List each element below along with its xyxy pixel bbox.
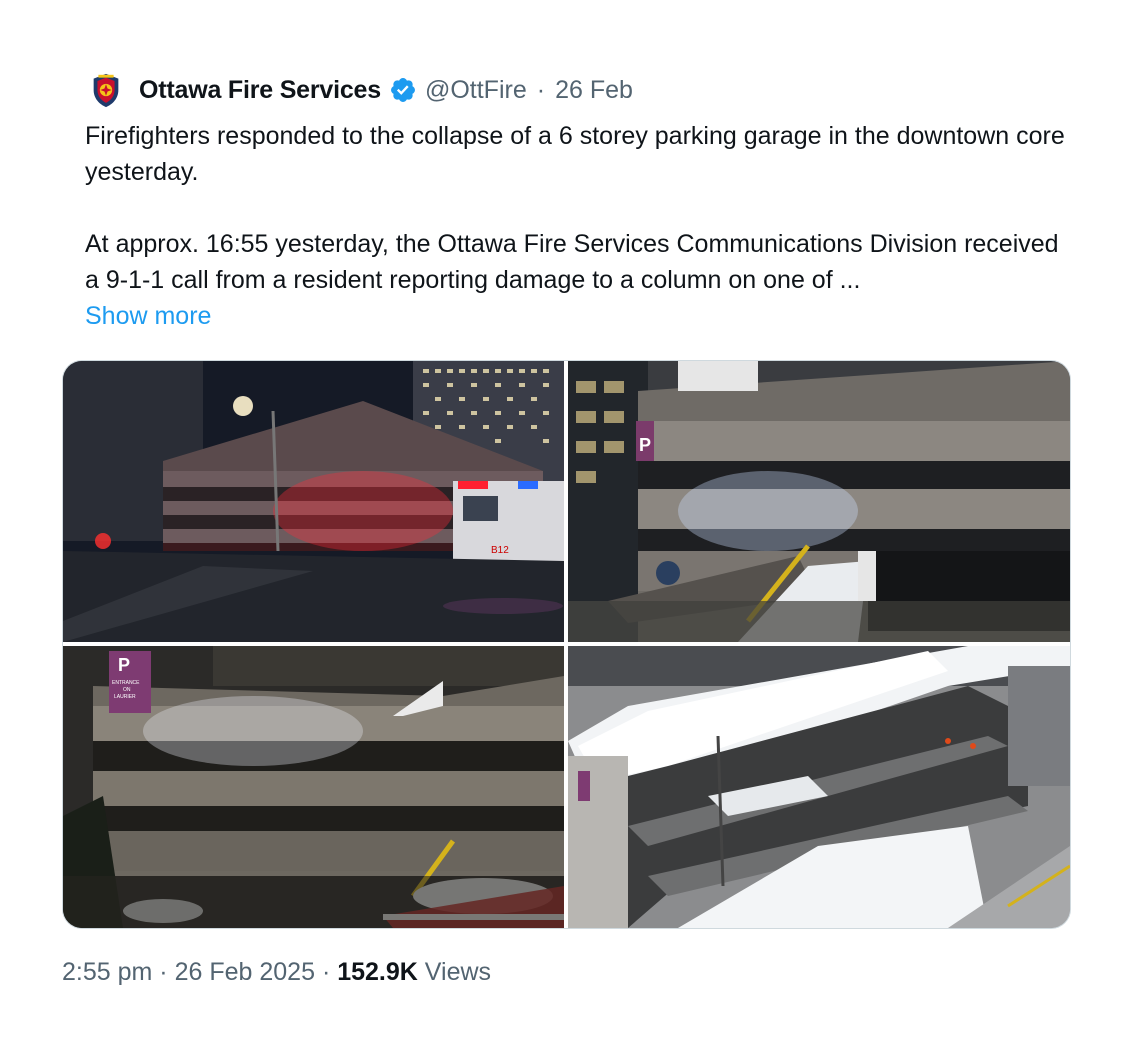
tweet-header: Ottawa Fire Services @OttFire · 26 Feb <box>87 70 633 110</box>
post-time[interactable]: 2:55 pm <box>62 958 152 986</box>
collapsed-ramp-closeup-photo: P <box>568 361 1070 642</box>
post-full-date[interactable]: 26 Feb 2025 <box>175 958 315 986</box>
entrance-sign-line-3: LAURIER <box>114 694 136 700</box>
night-street-garage-fire-truck-photo: B12 <box>63 361 564 642</box>
views-count[interactable]: 152.9K <box>337 958 418 986</box>
aerial-collapsed-decks-snow-photo <box>568 646 1070 928</box>
tweet-paragraph-2: At approx. 16:55 yesterday, the Ottawa F… <box>85 230 1059 294</box>
footer-separator-2: · <box>321 958 331 986</box>
media-photo-3[interactable]: P ENTRANCE ON LAURIER <box>63 646 564 928</box>
tweet-text: Firefighters responded to the collapse o… <box>85 118 1075 334</box>
media-photo-1[interactable]: B12 <box>63 361 564 642</box>
tweet-footer: 2:55 pm · 26 Feb 2025 · 152.9K Views <box>62 958 491 987</box>
show-more-link[interactable]: Show more <box>85 298 211 334</box>
entrance-sign-letter: P <box>118 655 130 675</box>
tweet-paragraph-1: Firefighters responded to the collapse o… <box>85 122 1065 186</box>
views-label: Views <box>424 958 492 986</box>
header-separator: · <box>536 75 546 104</box>
entrance-sign-line-2: ON <box>123 687 131 693</box>
ottawa-fire-badge-icon[interactable] <box>87 71 125 109</box>
verified-badge-icon <box>391 78 415 102</box>
footer-separator-1: · <box>159 958 168 986</box>
truck-number-label: B12 <box>491 545 509 556</box>
parking-sign-letter: P <box>639 435 651 455</box>
author-handle[interactable]: @OttFire <box>425 76 527 105</box>
media-photo-4[interactable] <box>568 646 1070 928</box>
author-name[interactable]: Ottawa Fire Services <box>139 76 381 105</box>
entrance-sign-line-1: ENTRANCE <box>112 680 140 686</box>
post-date[interactable]: 26 Feb <box>555 76 633 105</box>
media-grid: B12 P P ENTRANCE ON LAURIER <box>62 360 1071 929</box>
media-photo-2[interactable]: P <box>568 361 1070 642</box>
garage-facade-entrance-sign-photo: P ENTRANCE ON LAURIER <box>63 646 564 928</box>
